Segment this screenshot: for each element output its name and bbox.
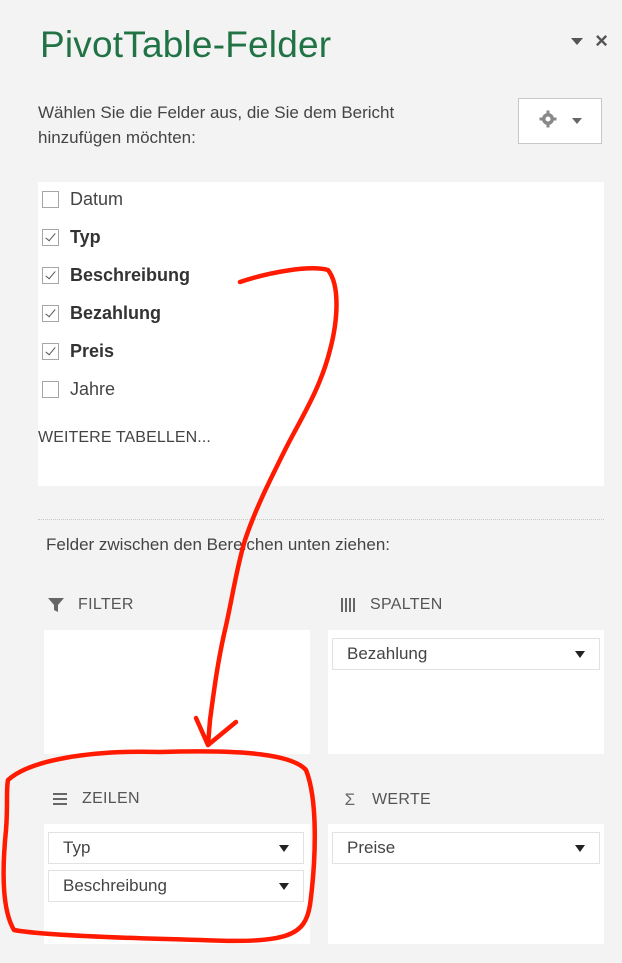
field-label: Bezahlung xyxy=(70,302,162,323)
values-area-label: WERTE xyxy=(372,791,431,808)
chevron-down-icon[interactable] xyxy=(279,844,289,852)
pane-options-icon[interactable] xyxy=(571,37,584,45)
pane-title: PivotTable-Felder xyxy=(40,24,332,65)
rows-field-chip[interactable]: Typ xyxy=(48,832,304,864)
field-item-datum[interactable]: Datum xyxy=(42,186,123,212)
field-checkbox[interactable] xyxy=(42,304,59,322)
intro-text: Wählen Sie die Felder aus, die Sie dem B… xyxy=(38,103,395,147)
field-checkbox[interactable] xyxy=(42,342,59,360)
close-icon[interactable]: × xyxy=(595,30,608,52)
field-item-bezahlung[interactable]: Bezahlung xyxy=(42,300,161,326)
field-checkbox[interactable] xyxy=(42,228,59,246)
gear-icon xyxy=(538,109,558,134)
values-drop-zone[interactable]: Preise xyxy=(328,824,604,944)
chip-label: Beschreibung xyxy=(63,876,167,895)
field-checkbox[interactable] xyxy=(42,190,59,208)
filter-area-label: FILTER xyxy=(78,596,134,613)
field-label: Typ xyxy=(70,226,101,247)
field-item-beschreibung[interactable]: Beschreibung xyxy=(42,262,190,288)
filter-drop-zone[interactable] xyxy=(44,630,310,754)
columns-field-chip[interactable]: Bezahlung xyxy=(332,638,600,670)
field-item-jahre[interactable]: Jahre xyxy=(42,376,115,402)
field-label: Datum xyxy=(70,188,124,209)
columns-icon xyxy=(338,597,358,613)
chevron-down-icon[interactable] xyxy=(279,882,289,890)
filter-area-header: FILTER xyxy=(46,596,134,614)
rows-area-label: ZEILEN xyxy=(82,790,140,807)
values-field-chip[interactable]: Preise xyxy=(332,832,600,864)
chip-label: Preise xyxy=(347,838,396,857)
rows-field-chip[interactable]: Beschreibung xyxy=(48,870,304,902)
field-checkbox[interactable] xyxy=(42,266,59,284)
sigma-icon: Σ xyxy=(344,790,356,809)
columns-area-header: SPALTEN xyxy=(338,596,443,614)
columns-area-label: SPALTEN xyxy=(370,596,443,613)
chip-label: Typ xyxy=(63,838,91,857)
section-divider xyxy=(38,519,604,520)
rows-icon xyxy=(50,793,70,805)
chip-label: Bezahlung xyxy=(347,644,428,663)
field-list-settings-button[interactable] xyxy=(518,98,602,144)
chevron-down-icon[interactable] xyxy=(575,844,585,852)
more-tables-link[interactable]: WEITERE TABELLEN... xyxy=(38,429,211,447)
field-label: Beschreibung xyxy=(70,264,191,285)
chevron-down-icon[interactable] xyxy=(575,650,585,658)
field-item-typ[interactable]: Typ xyxy=(42,224,101,250)
filter-icon xyxy=(46,597,66,613)
rows-drop-zone[interactable]: Typ Beschreibung xyxy=(44,824,310,944)
field-label: Jahre xyxy=(70,378,116,399)
field-checkbox[interactable] xyxy=(42,380,59,398)
columns-drop-zone[interactable]: Bezahlung xyxy=(328,630,604,754)
rows-area-header: ZEILEN xyxy=(50,790,140,808)
field-label: Preis xyxy=(70,340,115,361)
drag-hint-text: Felder zwischen den Bereichen unten zieh… xyxy=(46,535,390,554)
field-list: Datum Typ Beschreibung Bezahlung Preis J… xyxy=(38,182,604,486)
chevron-down-icon xyxy=(572,118,582,124)
values-area-header: Σ WERTE xyxy=(340,790,431,810)
field-item-preis[interactable]: Preis xyxy=(42,338,114,364)
pane-controls: × xyxy=(571,30,608,52)
